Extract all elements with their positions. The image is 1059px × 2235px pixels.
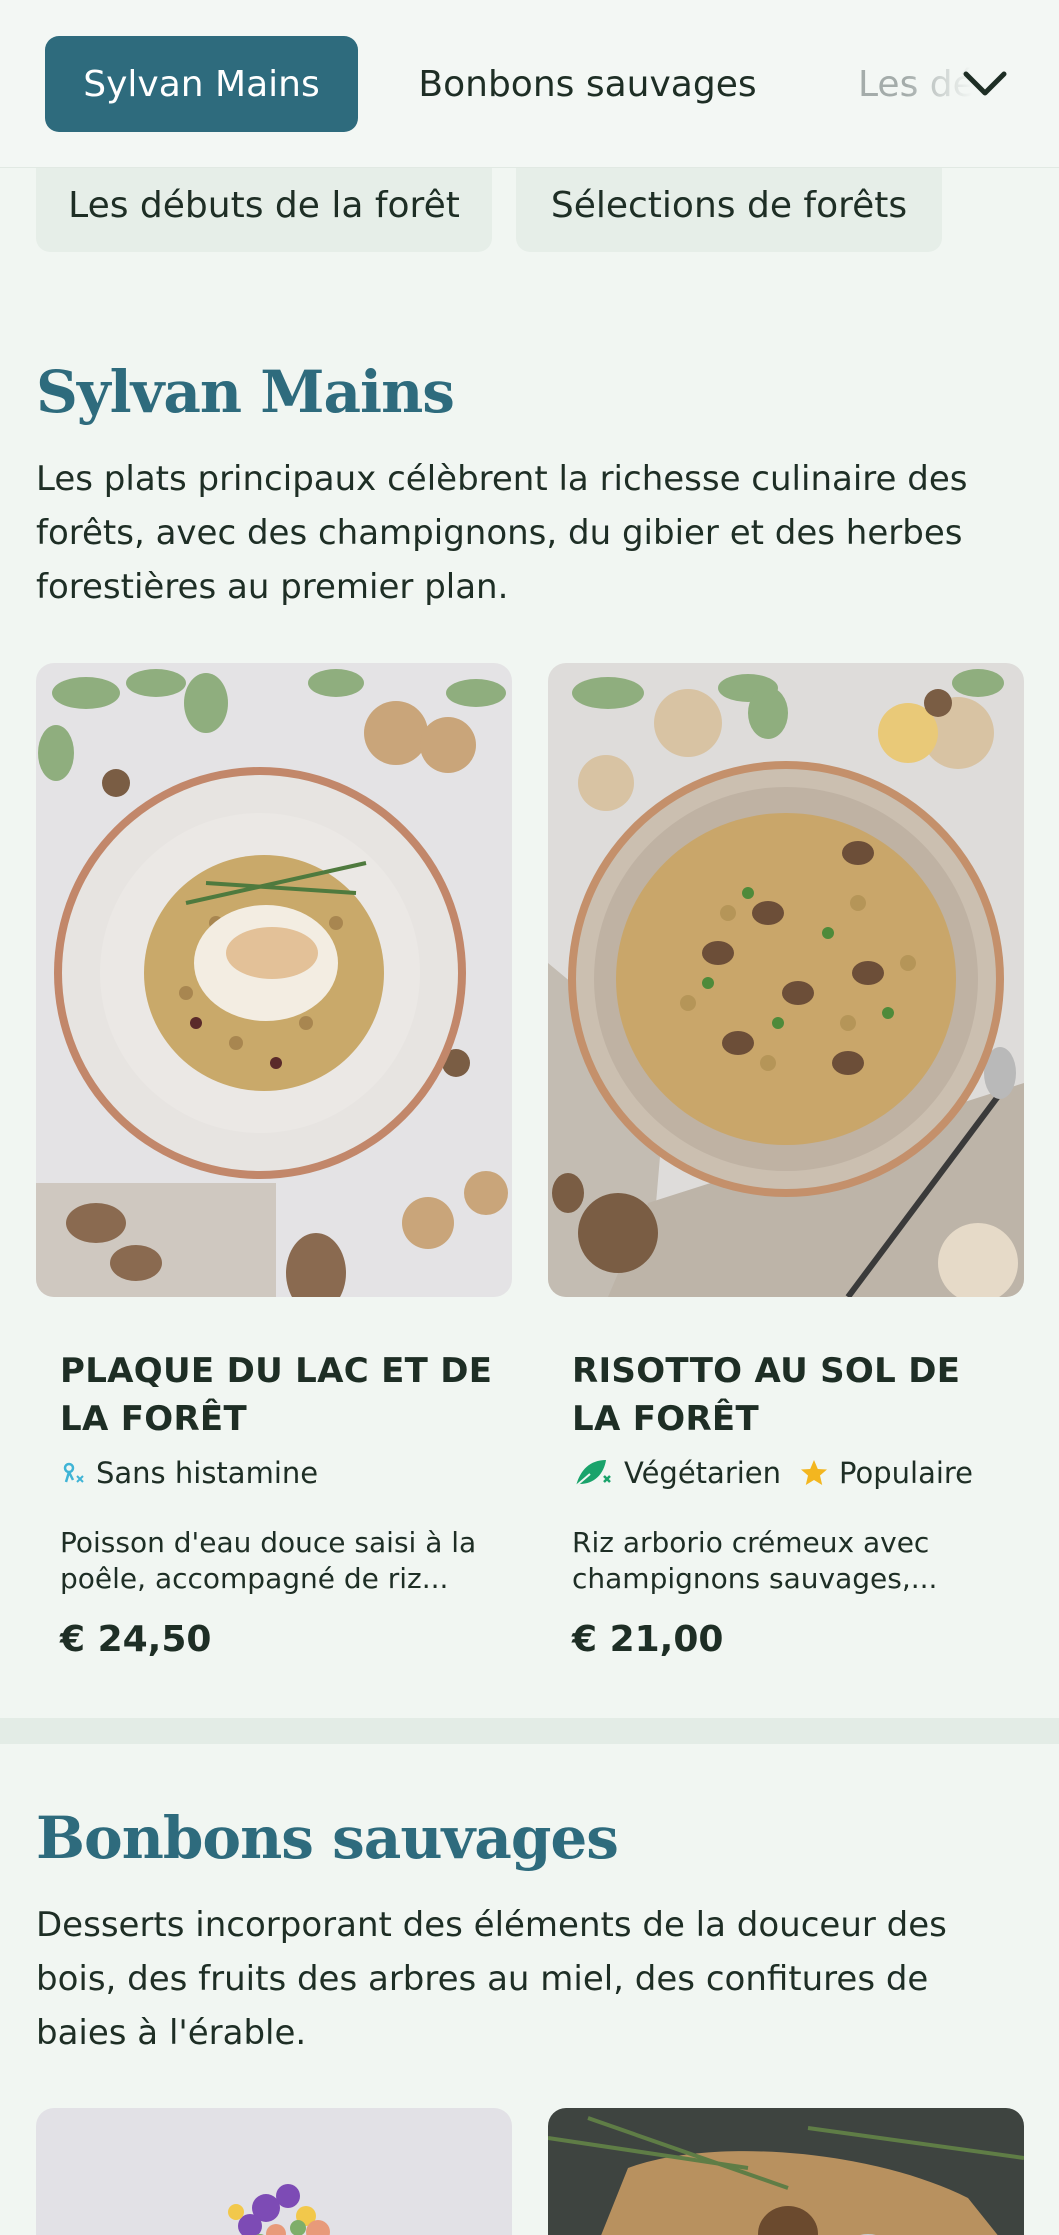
tag-label: Sans histamine bbox=[96, 1456, 319, 1490]
dish-photo bbox=[36, 663, 512, 1297]
menu-item-card[interactable]: RISOTTO AU SOL DE LA FORÊT Végétarien Po… bbox=[548, 663, 1024, 1683]
tab-bonbons-sauvages[interactable]: Bonbons sauvages bbox=[400, 36, 775, 132]
category-pill-label: Les débuts de la forêt bbox=[68, 185, 460, 226]
dish-photo bbox=[36, 2108, 512, 2235]
dish-price: € 24,50 bbox=[60, 1619, 212, 1660]
chevron-down-icon bbox=[963, 71, 1007, 96]
tab-label: Sylvan Mains bbox=[83, 63, 320, 105]
tab-sylvan-mains[interactable]: Sylvan Mains bbox=[45, 36, 358, 132]
dish-tags: Sans histamine bbox=[60, 1453, 326, 1493]
histamine-free-icon bbox=[63, 1462, 84, 1483]
dish-price: € 21,00 bbox=[572, 1619, 724, 1660]
tag-histamine-free: Sans histamine bbox=[60, 1456, 318, 1490]
section-title: Bonbons sauvages bbox=[36, 1804, 619, 1872]
menu-item-card[interactable] bbox=[36, 2108, 512, 2235]
dish-description: Riz arborio crémeux avec champignons sau… bbox=[572, 1526, 938, 1595]
tab-label: Bonbons sauvages bbox=[418, 63, 757, 105]
section-divider bbox=[0, 1718, 1059, 1744]
dish-tags: Végétarien Populaire bbox=[572, 1453, 981, 1493]
menu-item-card[interactable]: PLAQUE DU LAC ET DE LA FORÊT Sans histam… bbox=[36, 663, 512, 1683]
dish-photo bbox=[548, 2108, 1024, 2235]
dish-description: Poisson d'eau douce saisi à la poêle, ac… bbox=[60, 1526, 477, 1595]
dish-name: PLAQUE DU LAC ET DE LA FORÊT bbox=[60, 1351, 493, 1439]
section-title: Sylvan Mains bbox=[36, 358, 455, 426]
tag-popular: Populaire bbox=[799, 1456, 973, 1490]
dish-name: RISOTTO AU SOL DE LA FORÊT bbox=[572, 1351, 961, 1439]
section-description: Desserts incorporant des éléments de la … bbox=[36, 1905, 947, 2053]
tag-vegetarian: Végétarien bbox=[572, 1456, 781, 1490]
section-description: Les plats principaux célèbrent la riches… bbox=[36, 459, 968, 607]
star-icon bbox=[801, 1460, 828, 1485]
category-nav: Sylvan Mains Bonbons sauvages Les débuts… bbox=[0, 0, 1059, 168]
tag-label: Végétarien bbox=[624, 1456, 782, 1490]
dish-photo bbox=[548, 663, 1024, 1297]
vegetarian-icon bbox=[575, 1460, 611, 1487]
more-categories-button[interactable] bbox=[955, 56, 1015, 112]
tag-label: Populaire bbox=[839, 1456, 974, 1490]
menu-item-card[interactable] bbox=[548, 2108, 1024, 2235]
category-pill-label: Sélections de forêts bbox=[550, 185, 908, 226]
